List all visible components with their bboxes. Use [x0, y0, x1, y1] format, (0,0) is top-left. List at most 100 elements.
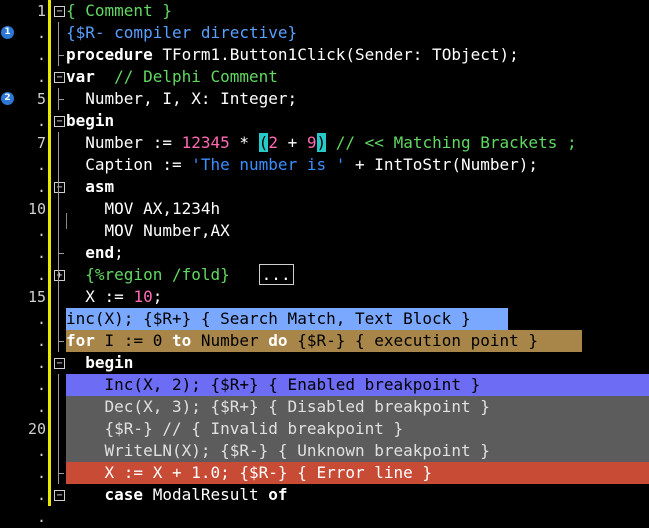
fold-collapse-icon[interactable]: −: [54, 6, 65, 17]
fold-collapse-icon[interactable]: −: [54, 72, 65, 83]
code-line[interactable]: var // Delphi Comment: [66, 66, 649, 88]
fold-end: [58, 55, 64, 56]
line-number: .: [36, 156, 46, 174]
gutter[interactable]: 1... 5. 7.. 10... 15..... 20.... 1 2 − − − − + − −: [0, 0, 66, 526]
code-token: case: [104, 485, 144, 504]
code-token: 10: [133, 287, 153, 306]
code-token: ): [316, 133, 327, 152]
folded-region-button[interactable]: ...: [258, 264, 294, 285]
code-line[interactable]: Caption := 'The number is ' + IntToStr(N…: [66, 154, 649, 176]
line-number: .: [36, 46, 46, 64]
line-number: .: [36, 244, 46, 262]
code-line[interactable]: end;: [66, 242, 649, 264]
code-area[interactable]: { Comment } {$R- compiler directive} proce…: [66, 0, 649, 506]
code-line[interactable]: inc(X); {$R+} { Search Match, Text Block…: [66, 308, 508, 330]
fold-collapse-icon[interactable]: −: [54, 358, 65, 369]
code-line[interactable]: X := 10;: [66, 286, 649, 308]
line-number: .: [36, 486, 46, 504]
fold-expand-icon[interactable]: +: [54, 270, 65, 281]
code-token: asm: [85, 177, 115, 196]
code-line[interactable]: { Comment }: [66, 0, 649, 22]
code-token: { Comment }: [66, 1, 172, 20]
line-number: 7: [36, 134, 46, 152]
code-token: end: [85, 243, 115, 262]
code-line[interactable]: begin: [66, 352, 649, 374]
code-token: ModalResult: [143, 485, 269, 504]
line-number: 10: [27, 200, 46, 218]
code-token: 9: [306, 133, 317, 152]
code-line[interactable]: {$R- compiler directive}: [66, 22, 649, 44]
fold-end: [58, 473, 64, 474]
fold-collapse-icon[interactable]: −: [54, 490, 65, 501]
modified-lines-bar: [48, 0, 51, 506]
code-token: 'The number is ': [191, 155, 346, 174]
code-token: ;: [152, 287, 163, 306]
code-token: X :=: [66, 287, 134, 306]
code-line[interactable]: asm: [66, 176, 649, 198]
code-line[interactable]: X := X + 1.0; {$R-} { Error line }: [66, 462, 649, 484]
code-token: WriteLN(X); {$R-} { Unknown breakpoint }: [66, 441, 490, 460]
code-token: + IntToStr(Number);: [345, 155, 539, 174]
code-line[interactable]: Number := 12345 * (2 + 9) // << Matching…: [66, 132, 596, 154]
line-number: .: [36, 376, 46, 394]
code-editor[interactable]: 1... 5. 7.. 10... 15..... 20.... 1 2 − − − − + − − {…: [0, 0, 649, 526]
code-line[interactable]: Number, I, X: Integer;: [66, 88, 649, 110]
code-token: Number, I, X: Integer;: [66, 89, 298, 108]
bookmark-icon[interactable]: 2: [1, 92, 14, 105]
code-token: {%region /fold}: [66, 265, 230, 284]
code-token: // Delphi Comment: [94, 67, 278, 86]
code-line[interactable]: MOV AX,1234h: [66, 198, 649, 220]
line-number: .: [36, 354, 46, 372]
code-line[interactable]: Dec(X, 3); {$R+} { Disabled breakpoint }: [66, 396, 649, 418]
code-token: for: [66, 331, 95, 350]
code-line[interactable]: procedure TForm1.Button1Click(Sender: TO…: [66, 44, 649, 66]
code-token: {$R-} { execution point }: [287, 331, 539, 350]
code-line[interactable]: WriteLN(X); {$R-} { Unknown breakpoint }: [66, 440, 649, 462]
code-token: of: [268, 485, 288, 504]
code-token: inc(X); {$R+} { Search Match, Text Block…: [66, 309, 471, 328]
fold-guide: [58, 374, 59, 484]
code-line[interactable]: begin: [66, 110, 649, 132]
line-number: .: [36, 266, 46, 284]
line-number: .: [36, 24, 46, 42]
fold-guide: [58, 132, 59, 352]
line-number: 5: [36, 90, 46, 108]
fold-collapse-icon[interactable]: −: [54, 182, 65, 193]
fold-end: [58, 341, 64, 342]
code-token: do: [268, 331, 288, 350]
code-token: var: [66, 67, 95, 86]
fold-end: [58, 253, 64, 254]
code-token: 12345: [181, 133, 230, 152]
fold-end: [58, 99, 64, 100]
code-line[interactable]: MOV Number,AX: [66, 220, 649, 242]
line-number: .: [36, 178, 46, 196]
code-line[interactable]: Inc(X, 2); {$R+} { Enabled breakpoint }: [66, 374, 649, 396]
code-token: *: [229, 133, 259, 152]
code-token: procedure: [66, 45, 153, 64]
line-number: .: [36, 442, 46, 460]
code-token: +: [277, 133, 307, 152]
code-line[interactable]: for I := 0 to Number do {$R-} { executio…: [66, 330, 582, 352]
code-token: TForm1.Button1Click(Sender: TObject);: [152, 45, 519, 64]
code-token: Dec(X, 3); {$R+} { Disabled breakpoint }: [66, 397, 490, 416]
fold-collapse-icon[interactable]: −: [54, 116, 65, 127]
bookmark-icon[interactable]: 1: [1, 26, 14, 39]
code-line[interactable]: {$R-} // { Invalid breakpoint }: [66, 418, 649, 440]
text-cursor-icon: [66, 213, 67, 229]
code-token: {$R-} // { Invalid breakpoint }: [66, 419, 404, 438]
code-token: X := X + 1.0; {$R-} { Error line }: [66, 463, 433, 482]
code-line[interactable]: {%region /fold} ...: [66, 264, 649, 286]
code-line[interactable]: case ModalResult of: [66, 484, 649, 506]
code-token: Caption :=: [66, 155, 192, 174]
line-number: .: [36, 310, 46, 328]
code-token: I := 0: [94, 331, 172, 350]
code-token: ;: [114, 243, 124, 262]
line-number: .: [36, 398, 46, 416]
line-number: .: [36, 112, 46, 130]
code-token: to: [171, 331, 192, 350]
